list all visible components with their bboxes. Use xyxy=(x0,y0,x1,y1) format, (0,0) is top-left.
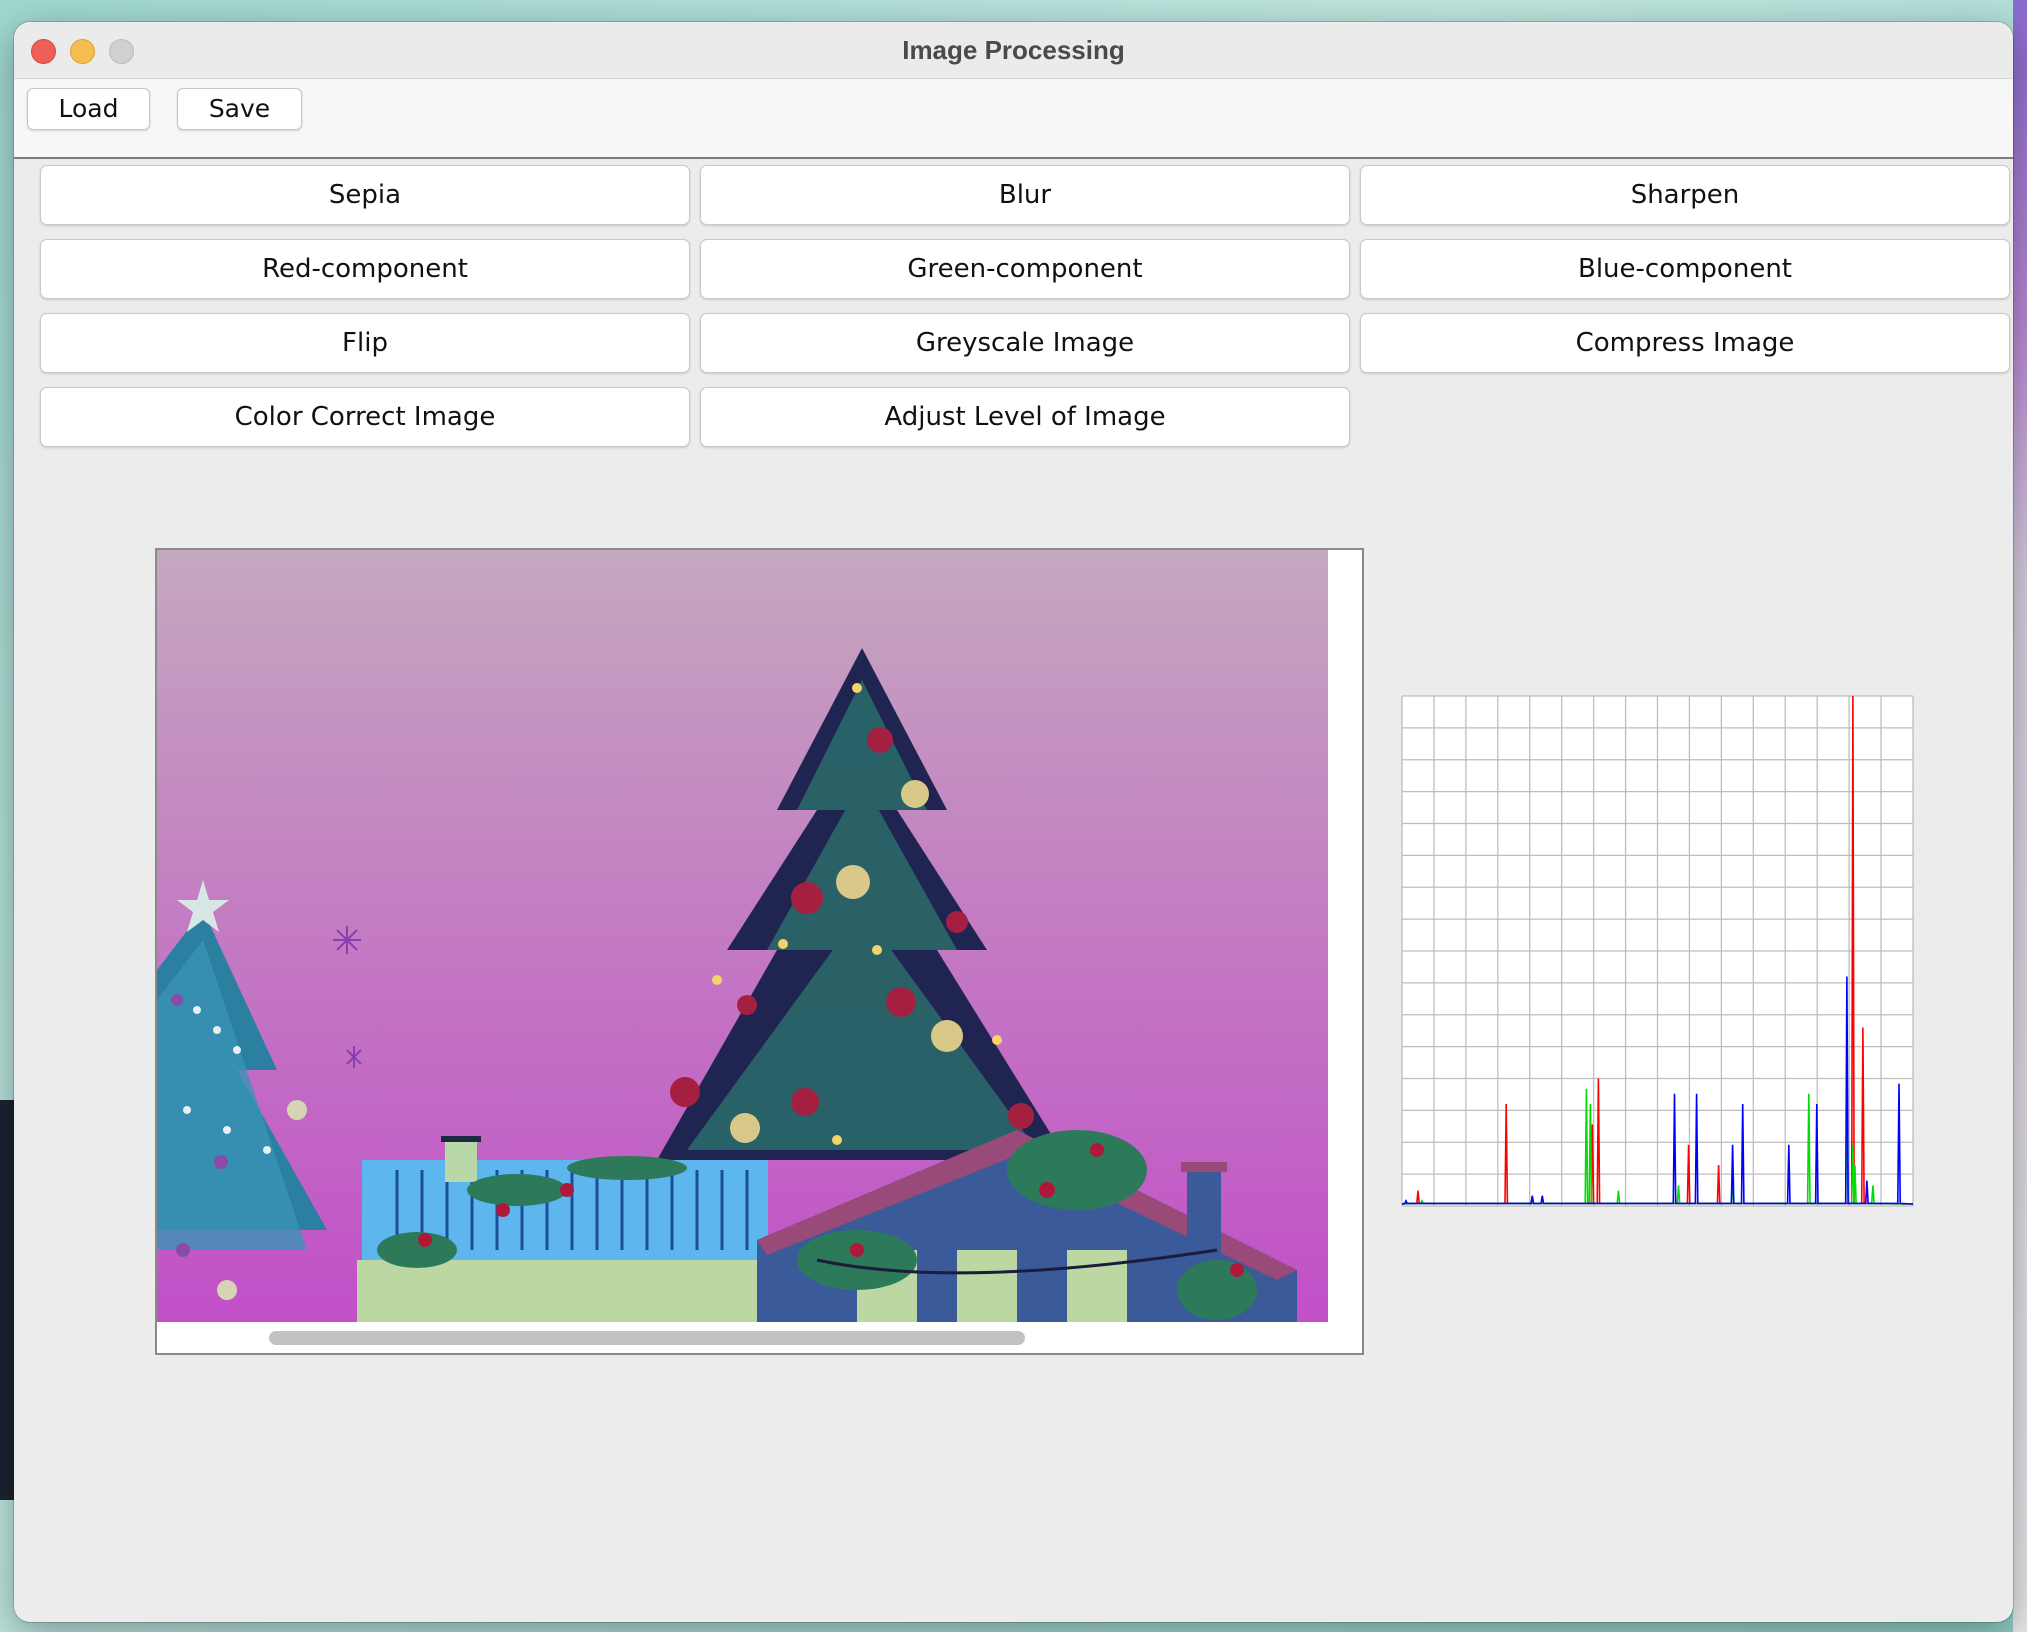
adjust-level-button[interactable]: Adjust Level of Image xyxy=(700,387,1350,447)
save-button[interactable]: Save xyxy=(177,88,302,130)
color-correct-button[interactable]: Color Correct Image xyxy=(40,387,690,447)
compress-button[interactable]: Compress Image xyxy=(1360,313,2010,373)
blur-button[interactable]: Blur xyxy=(700,165,1350,225)
red-component-button[interactable]: Red-component xyxy=(40,239,690,299)
window-title: Image Processing xyxy=(902,35,1125,65)
sepia-button[interactable]: Sepia xyxy=(40,165,690,225)
desktop-background-right xyxy=(2013,0,2027,1632)
green-component-button[interactable]: Green-component xyxy=(700,239,1350,299)
toolbar: Load Save xyxy=(14,79,2013,159)
loaded-image xyxy=(157,550,1362,1353)
flip-button[interactable]: Flip xyxy=(40,313,690,373)
histogram-chart xyxy=(1401,695,1914,1207)
horizontal-scrollbar[interactable] xyxy=(269,1331,1025,1345)
desktop-background xyxy=(0,1100,14,1500)
load-button[interactable]: Load xyxy=(27,88,150,130)
sharpen-button[interactable]: Sharpen xyxy=(1360,165,2010,225)
app-window: Image Processing Load Save Sepia Blur Sh… xyxy=(14,22,2013,1622)
image-scroll-pane[interactable] xyxy=(155,548,1364,1355)
greyscale-button[interactable]: Greyscale Image xyxy=(700,313,1350,373)
blue-component-button[interactable]: Blue-component xyxy=(1360,239,2010,299)
title-bar: Image Processing xyxy=(14,22,2013,79)
